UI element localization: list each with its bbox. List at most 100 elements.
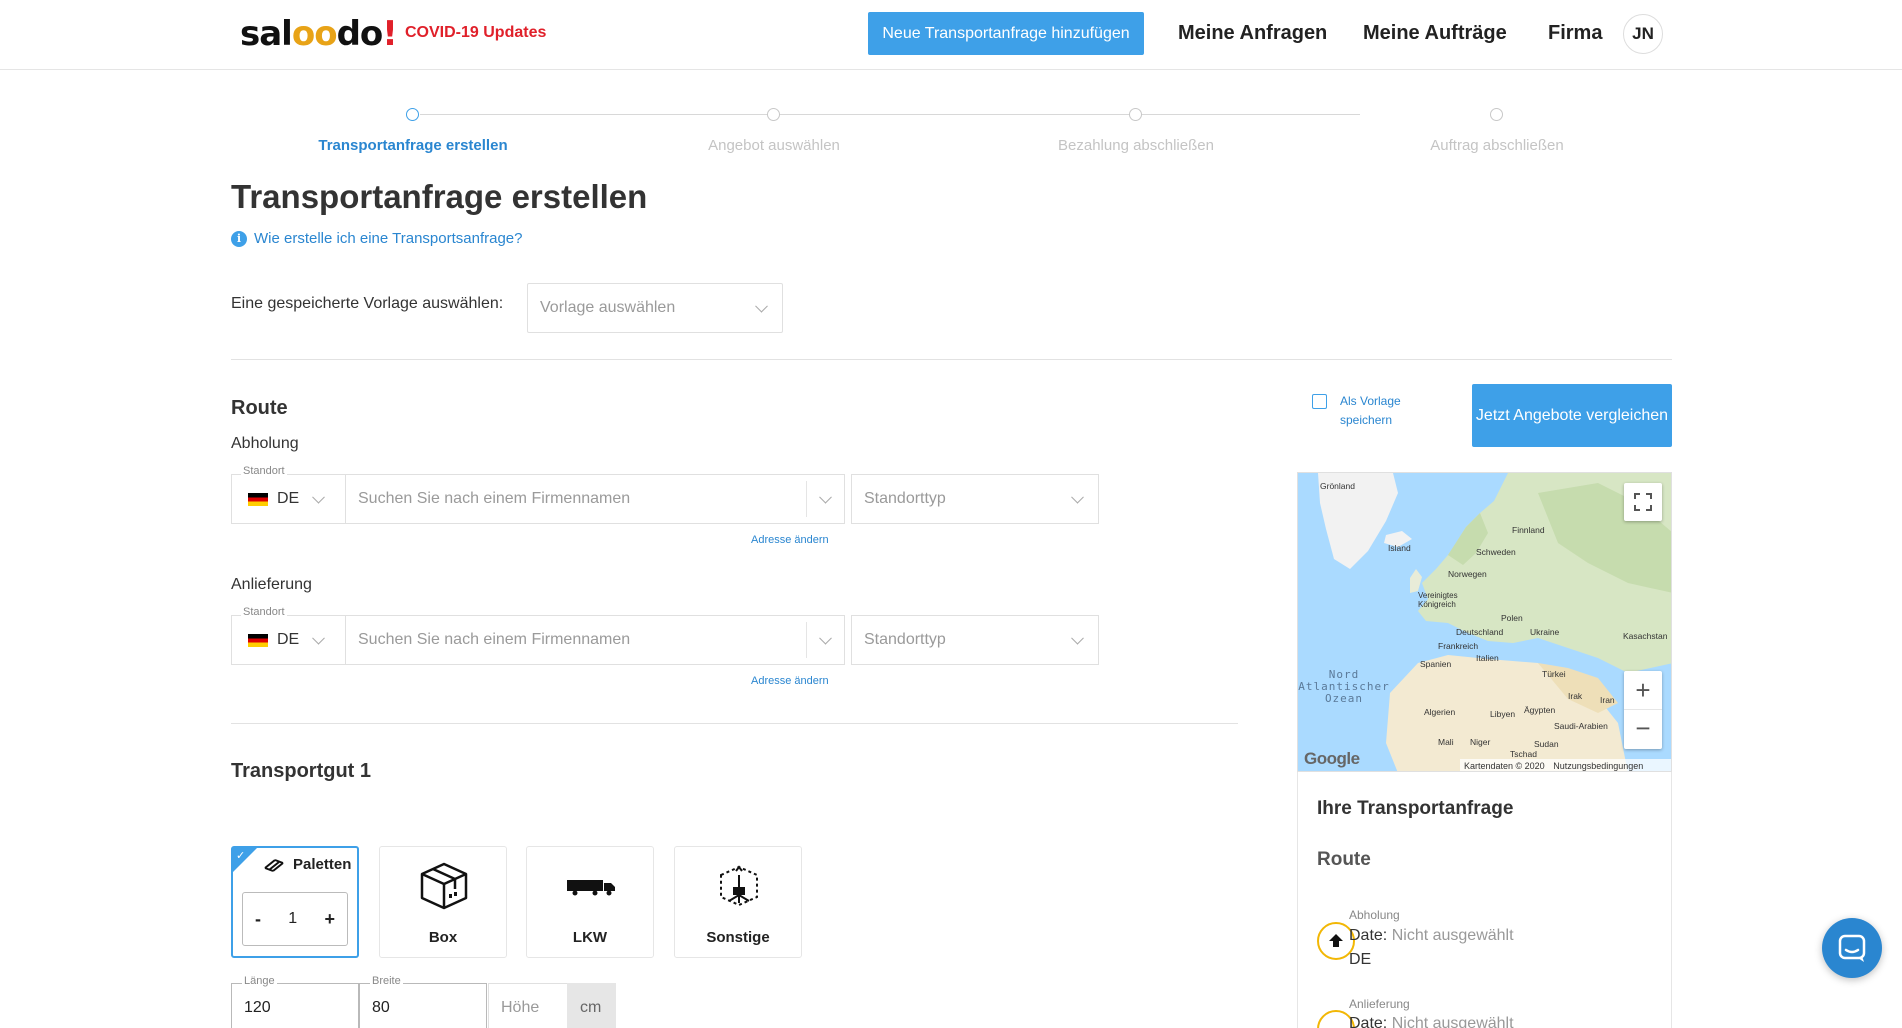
map-label-turkey: Türkei xyxy=(1542,669,1566,679)
summary-delivery-date-value: Nicht ausgewählt xyxy=(1391,1015,1514,1028)
chat-launcher-button[interactable] xyxy=(1822,918,1882,978)
delivery-label: Anlieferung xyxy=(231,576,312,593)
summary-pickup-date-key: Date: xyxy=(1349,927,1388,944)
map-label-germany: Deutschland xyxy=(1456,627,1504,637)
check-icon: ✓ xyxy=(236,850,246,862)
map-attribution-text: Kartendaten © 2020 xyxy=(1464,761,1545,771)
pickup-address-row: Standort DE Suchen Sie nach einem Firmen… xyxy=(231,465,1099,524)
delivery-location-label: Standort xyxy=(241,606,287,618)
summary-pickup-date: Date: Nicht ausgewählt xyxy=(1349,927,1514,945)
package-icon xyxy=(720,865,758,907)
fullscreen-button[interactable] xyxy=(1624,483,1662,521)
compare-offers-button[interactable]: Jetzt Angebote vergleichen xyxy=(1472,384,1672,447)
summary-pickup-date-value: Nicht ausgewählt xyxy=(1391,927,1514,944)
map-label-uk: Vereinigtes Königreich xyxy=(1418,591,1458,609)
nav-my-orders[interactable]: Meine Aufträge xyxy=(1363,22,1507,45)
template-label: Eine gespeicherte Vorlage auswählen: xyxy=(231,295,504,312)
chat-icon xyxy=(1838,934,1866,962)
quantity-stepper[interactable]: - 1 + xyxy=(242,892,348,946)
map-label-norway: Norwegen xyxy=(1448,569,1487,579)
chevron-down-icon xyxy=(819,631,832,645)
google-logo: Google xyxy=(1304,749,1360,768)
divider xyxy=(806,622,807,658)
route-map[interactable]: Grönland Island Finnland Schweden Norweg… xyxy=(1297,472,1672,772)
zoom-controls: + − xyxy=(1624,671,1662,749)
save-template-checkbox[interactable] xyxy=(1312,394,1327,409)
pickup-change-address-link[interactable]: Adresse ändern xyxy=(751,534,829,546)
delivery-country-select[interactable]: DE xyxy=(231,615,345,665)
help-link[interactable]: i Wie erstelle ich eine Transportsanfrag… xyxy=(231,230,522,247)
chevron-down-icon xyxy=(1071,490,1084,504)
zoom-out-button[interactable]: − xyxy=(1624,710,1662,749)
map-label-iran: Iran xyxy=(1600,695,1615,705)
covid-updates-link[interactable]: COVID-19 Updates xyxy=(405,24,546,42)
goods-type-box[interactable]: Box xyxy=(379,846,507,958)
map-label-sudan: Sudan xyxy=(1534,739,1559,749)
info-icon: i xyxy=(231,230,247,247)
chevron-down-icon xyxy=(819,490,832,504)
arrow-up-icon xyxy=(1329,934,1343,947)
step-dot-4 xyxy=(1490,108,1503,121)
save-template-label[interactable]: Als Vorlage speichern xyxy=(1340,392,1420,430)
map-terms-link[interactable]: Nutzungsbedingungen xyxy=(1553,761,1643,771)
template-select-placeholder: Vorlage auswählen xyxy=(540,299,676,316)
delivery-change-address-link[interactable]: Adresse ändern xyxy=(751,675,829,687)
width-field[interactable]: Breite 80 xyxy=(359,975,487,1028)
other-label: Sonstige xyxy=(706,929,770,946)
germany-flag-icon xyxy=(248,492,268,506)
saloodo-logo[interactable]: saloodo! xyxy=(240,14,398,54)
step-label-create: Transportanfrage erstellen xyxy=(318,137,508,154)
summary-pickup-country: DE xyxy=(1349,951,1372,968)
pickup-label: Abholung xyxy=(231,435,299,452)
length-value: 120 xyxy=(244,999,271,1016)
chevron-down-icon xyxy=(312,631,325,645)
goods-type-truck[interactable]: LKW xyxy=(526,846,654,958)
length-field[interactable]: Länge 120 xyxy=(231,975,359,1028)
map-label-iraq: Irak xyxy=(1568,691,1583,701)
unit-label: cm xyxy=(580,999,602,1016)
zoom-in-button[interactable]: + xyxy=(1624,671,1662,710)
decrement-button[interactable]: - xyxy=(255,909,261,930)
map-label-poland: Polen xyxy=(1501,613,1523,623)
map-label-sweden: Schweden xyxy=(1476,547,1516,557)
map-label-ukraine: Ukraine xyxy=(1530,627,1560,637)
delivery-company-placeholder: Suchen Sie nach einem Firmennamen xyxy=(358,631,631,648)
divider xyxy=(231,723,1238,724)
nav-company[interactable]: Firma xyxy=(1548,22,1602,45)
box-icon xyxy=(420,862,468,910)
chevron-down-icon xyxy=(312,490,325,504)
pickup-country-select[interactable]: DE xyxy=(231,474,345,524)
delivery-location-type-select[interactable]: Standorttyp xyxy=(851,615,1099,665)
step-label-offer: Angebot auswählen xyxy=(708,137,840,154)
help-link-text: Wie erstelle ich eine Transportsanfrage? xyxy=(254,230,523,247)
new-transport-request-button[interactable]: Neue Transportanfrage hinzufügen xyxy=(868,12,1144,55)
increment-button[interactable]: + xyxy=(324,909,335,930)
pallet-icon xyxy=(264,858,284,872)
delivery-country-value: DE xyxy=(277,631,300,648)
germany-flag-icon xyxy=(248,633,268,647)
top-header: saloodo! COVID-19 Updates Neue Transport… xyxy=(0,0,1902,70)
delivery-company-search[interactable]: Suchen Sie nach einem Firmennamen xyxy=(345,615,845,665)
height-placeholder: Höhe xyxy=(501,999,540,1016)
map-label-italy: Italien xyxy=(1476,653,1499,663)
pickup-company-placeholder: Suchen Sie nach einem Firmennamen xyxy=(358,490,631,507)
divider xyxy=(806,481,807,517)
map-label-atlantic: Nord Atlantischer Ozean xyxy=(1298,668,1390,705)
height-field[interactable]: Höhe xyxy=(488,983,568,1028)
step-dot-3 xyxy=(1129,108,1142,121)
summary-route-title: Route xyxy=(1317,849,1371,870)
unit-addon: cm xyxy=(567,983,616,1028)
map-label-greenland: Grönland xyxy=(1320,481,1355,491)
nav-my-requests[interactable]: Meine Anfragen xyxy=(1178,22,1327,45)
pickup-location-type-select[interactable]: Standorttyp xyxy=(851,474,1099,524)
fullscreen-icon xyxy=(1634,493,1652,511)
pickup-company-search[interactable]: Suchen Sie nach einem Firmennamen xyxy=(345,474,845,524)
step-dot-1 xyxy=(406,108,419,121)
template-select[interactable]: Vorlage auswählen xyxy=(527,283,783,333)
length-label: Länge xyxy=(242,975,277,987)
map-land xyxy=(1318,473,1671,771)
goods-type-pallets[interactable]: ✓ Paletten - 1 + xyxy=(231,846,359,958)
goods-type-other[interactable]: Sonstige xyxy=(674,846,802,958)
user-avatar[interactable]: JN xyxy=(1623,14,1663,54)
box-label: Box xyxy=(428,929,458,946)
